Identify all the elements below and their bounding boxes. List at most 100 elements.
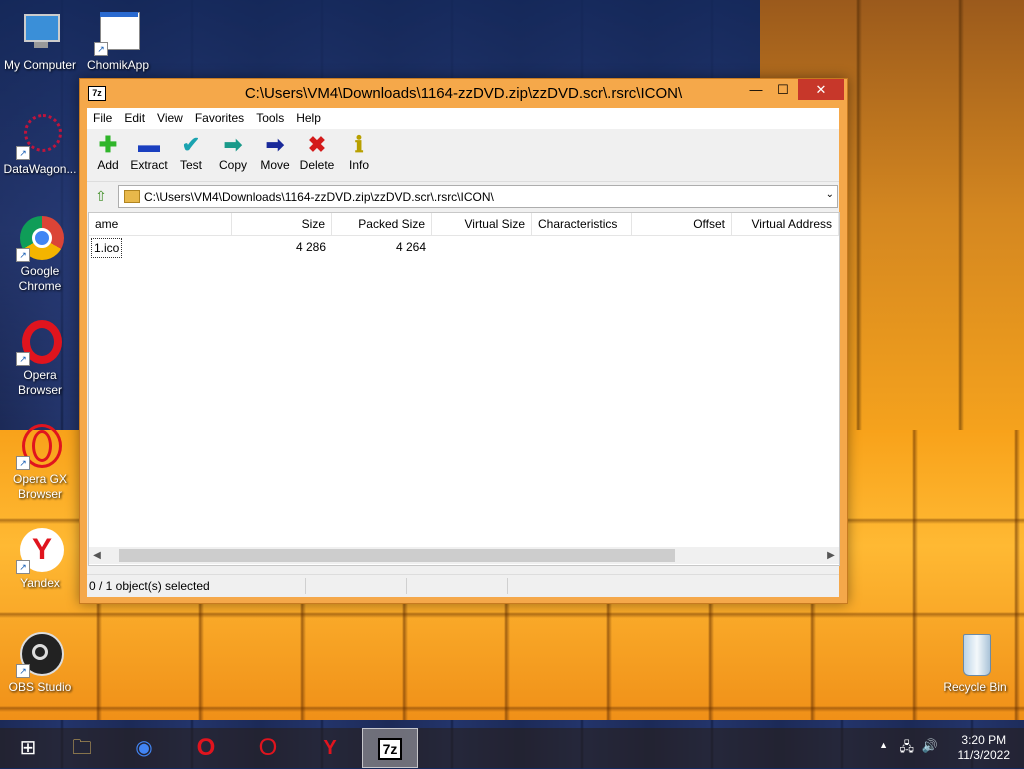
network-icon[interactable]: 🖧 — [900, 738, 915, 760]
clock[interactable]: 3:20 PM 11/3/2022 — [958, 733, 1011, 763]
start-button[interactable]: ⊞ — [0, 728, 56, 768]
taskbar-chrome[interactable]: ◉ — [116, 728, 172, 768]
test-label: Test — [179, 158, 202, 172]
datawagon-icon: ↗ — [16, 112, 64, 160]
shortcut-arrow-icon: ↗ — [16, 248, 30, 262]
desktop-icon-yandex[interactable]: Y ↗ Yandex — [0, 526, 80, 591]
add-button[interactable]: ✚ Add — [87, 132, 129, 172]
taskbar: ⊞ 🗀 ◉ O O Y 7z ▲ 🖧 🔊 3:20 PM 11/3/2022 — [0, 728, 1024, 768]
column-size[interactable]: Size — [232, 213, 332, 235]
column-characteristics[interactable]: Characteristics — [532, 213, 632, 235]
menu-favorites[interactable]: Favorites — [189, 108, 250, 129]
address-path: C:\Users\VM4\Downloads\1164-zzDVD.zip\zz… — [144, 190, 494, 204]
shortcut-arrow-icon: ↗ — [16, 664, 30, 678]
desktop-icon-label: DataWagon... — [3, 162, 77, 176]
menu-tools[interactable]: Tools — [250, 108, 290, 129]
desktop-icon-label: Opera Browser — [17, 368, 62, 397]
window-client: File Edit View Favorites Tools Help ✚ Add ▬ E… — [87, 108, 840, 597]
computer-icon — [16, 8, 64, 56]
move-label: Move — [260, 158, 290, 172]
horizontal-scrollbar[interactable]: ◀ ▶ — [89, 547, 839, 564]
taskbar-file-explorer[interactable]: 🗀 — [54, 728, 110, 768]
file-list[interactable]: ame Size Packed Size Virtual Size Charac… — [88, 212, 840, 566]
column-name[interactable]: ame — [89, 213, 232, 235]
copy-button[interactable]: ➡ Copy — [212, 132, 254, 172]
desktop-icon-datawagon[interactable]: ↗ DataWagon... — [0, 112, 80, 177]
toolbar: ✚ Add ▬ Extract ✔ Test ➡ Copy ➡ Move ✖ D… — [87, 129, 839, 182]
column-offset[interactable]: Offset — [632, 213, 732, 235]
copy-icon: ➡ — [223, 132, 243, 157]
column-packed-size[interactable]: Packed Size — [332, 213, 432, 235]
test-button[interactable]: ✔ Test — [170, 132, 212, 172]
column-virtual-size[interactable]: Virtual Size — [432, 213, 532, 235]
desktop-icon-recycle-bin[interactable]: Recycle Bin — [935, 630, 1015, 695]
column-virtual-address[interactable]: Virtual Address — [732, 213, 839, 235]
desktop-icon-my-computer[interactable]: My Computer — [0, 8, 80, 73]
up-folder-icon[interactable]: ⇧ — [92, 187, 110, 205]
opera-gx-icon: ↗ — [16, 422, 64, 470]
shortcut-arrow-icon: ↗ — [16, 456, 30, 470]
extract-icon: ▬ — [138, 132, 160, 157]
menu-help[interactable]: Help — [290, 108, 327, 129]
chrome-icon: ↗ — [16, 214, 64, 262]
menu-file[interactable]: File — [87, 108, 118, 129]
7zip-icon: 7z — [377, 738, 403, 760]
desktop-icon-label: OBS Studio — [8, 680, 72, 694]
desktop-icon-obs-studio[interactable]: ↗ OBS Studio — [0, 630, 80, 695]
desktop-icon-opera-gx[interactable]: ↗ Opera GX Browser — [0, 422, 80, 502]
close-button[interactable]: ✕ — [798, 79, 844, 100]
desktop-icon-label: Google Chrome — [18, 264, 62, 293]
move-button[interactable]: ➡ Move — [254, 132, 296, 172]
row-size: 4 286 — [295, 240, 326, 254]
taskbar-opera[interactable]: O — [178, 728, 234, 768]
desktop-icon-opera-browser[interactable]: ↗ Opera Browser — [0, 318, 80, 398]
desktop-icon-google-chrome[interactable]: ↗ Google Chrome — [0, 214, 80, 294]
scroll-left-icon[interactable]: ◀ — [89, 547, 105, 564]
move-icon: ➡ — [265, 132, 285, 157]
maximize-button[interactable]: ☐ — [770, 79, 796, 100]
status-bar: 0 / 1 object(s) selected — [87, 574, 839, 597]
title-bar[interactable]: 7z C:\Users\VM4\Downloads\1164-zzDVD.zip… — [80, 79, 847, 107]
folder-icon — [124, 190, 140, 203]
window-title: C:\Users\VM4\Downloads\1164-zzDVD.zip\zz… — [244, 85, 683, 102]
obs-icon: ↗ — [16, 630, 64, 678]
volume-icon[interactable]: 🔊 — [922, 738, 938, 754]
taskbar-7zip[interactable]: 7z — [362, 728, 418, 768]
scroll-right-icon[interactable]: ▶ — [823, 547, 839, 564]
table-row[interactable]: 1.ico 4 286 4 264 — [89, 238, 839, 258]
extract-button[interactable]: ▬ Extract — [128, 132, 170, 172]
address-bar: ⇧ C:\Users\VM4\Downloads\1164-zzDVD.zip\… — [87, 183, 839, 209]
desktop-icon-chomikapp[interactable]: ↗ ChomikApp — [78, 8, 158, 73]
opera-gx-icon: O — [258, 734, 278, 761]
opera-icon: ↗ — [16, 318, 64, 366]
info-button[interactable]: ℹ Info — [338, 132, 380, 172]
address-field[interactable]: C:\Users\VM4\Downloads\1164-zzDVD.zip\zz… — [118, 185, 838, 208]
opera-icon: O — [196, 734, 216, 761]
delete-button[interactable]: ✖ Delete — [296, 132, 338, 172]
desktop-icon-label: Recycle Bin — [943, 680, 1007, 694]
add-icon: ✚ — [98, 132, 118, 157]
minimize-button[interactable]: — — [743, 79, 769, 100]
clock-time: 3:20 PM — [961, 733, 1007, 747]
menu-view[interactable]: View — [151, 108, 189, 129]
desktop-icon-label: Yandex — [20, 576, 60, 590]
shortcut-arrow-icon: ↗ — [16, 352, 30, 366]
yandex-icon: Y ↗ — [16, 526, 64, 574]
desktop-icon-label: ChomikApp — [86, 58, 150, 72]
recycle-bin-icon — [951, 630, 999, 678]
app-window-icon: ↗ — [94, 8, 142, 56]
status-cell — [306, 578, 407, 594]
desktop-icon-label: Opera GX Browser — [12, 472, 68, 501]
scroll-thumb[interactable] — [119, 549, 675, 562]
menu-edit[interactable]: Edit — [118, 108, 151, 129]
delete-label: Delete — [299, 158, 335, 172]
chevron-down-icon[interactable]: ⌄ — [826, 189, 834, 200]
taskbar-opera-gx[interactable]: O — [240, 728, 296, 768]
status-cell — [407, 578, 508, 594]
tray-expand-icon[interactable]: ▲ — [879, 740, 888, 750]
taskbar-yandex[interactable]: Y — [302, 728, 358, 768]
windows-logo-icon: ⊞ — [19, 737, 37, 759]
test-icon: ✔ — [181, 132, 201, 157]
info-icon: ℹ — [354, 132, 364, 157]
file-manager-window[interactable]: 7z C:\Users\VM4\Downloads\1164-zzDVD.zip… — [79, 78, 848, 604]
